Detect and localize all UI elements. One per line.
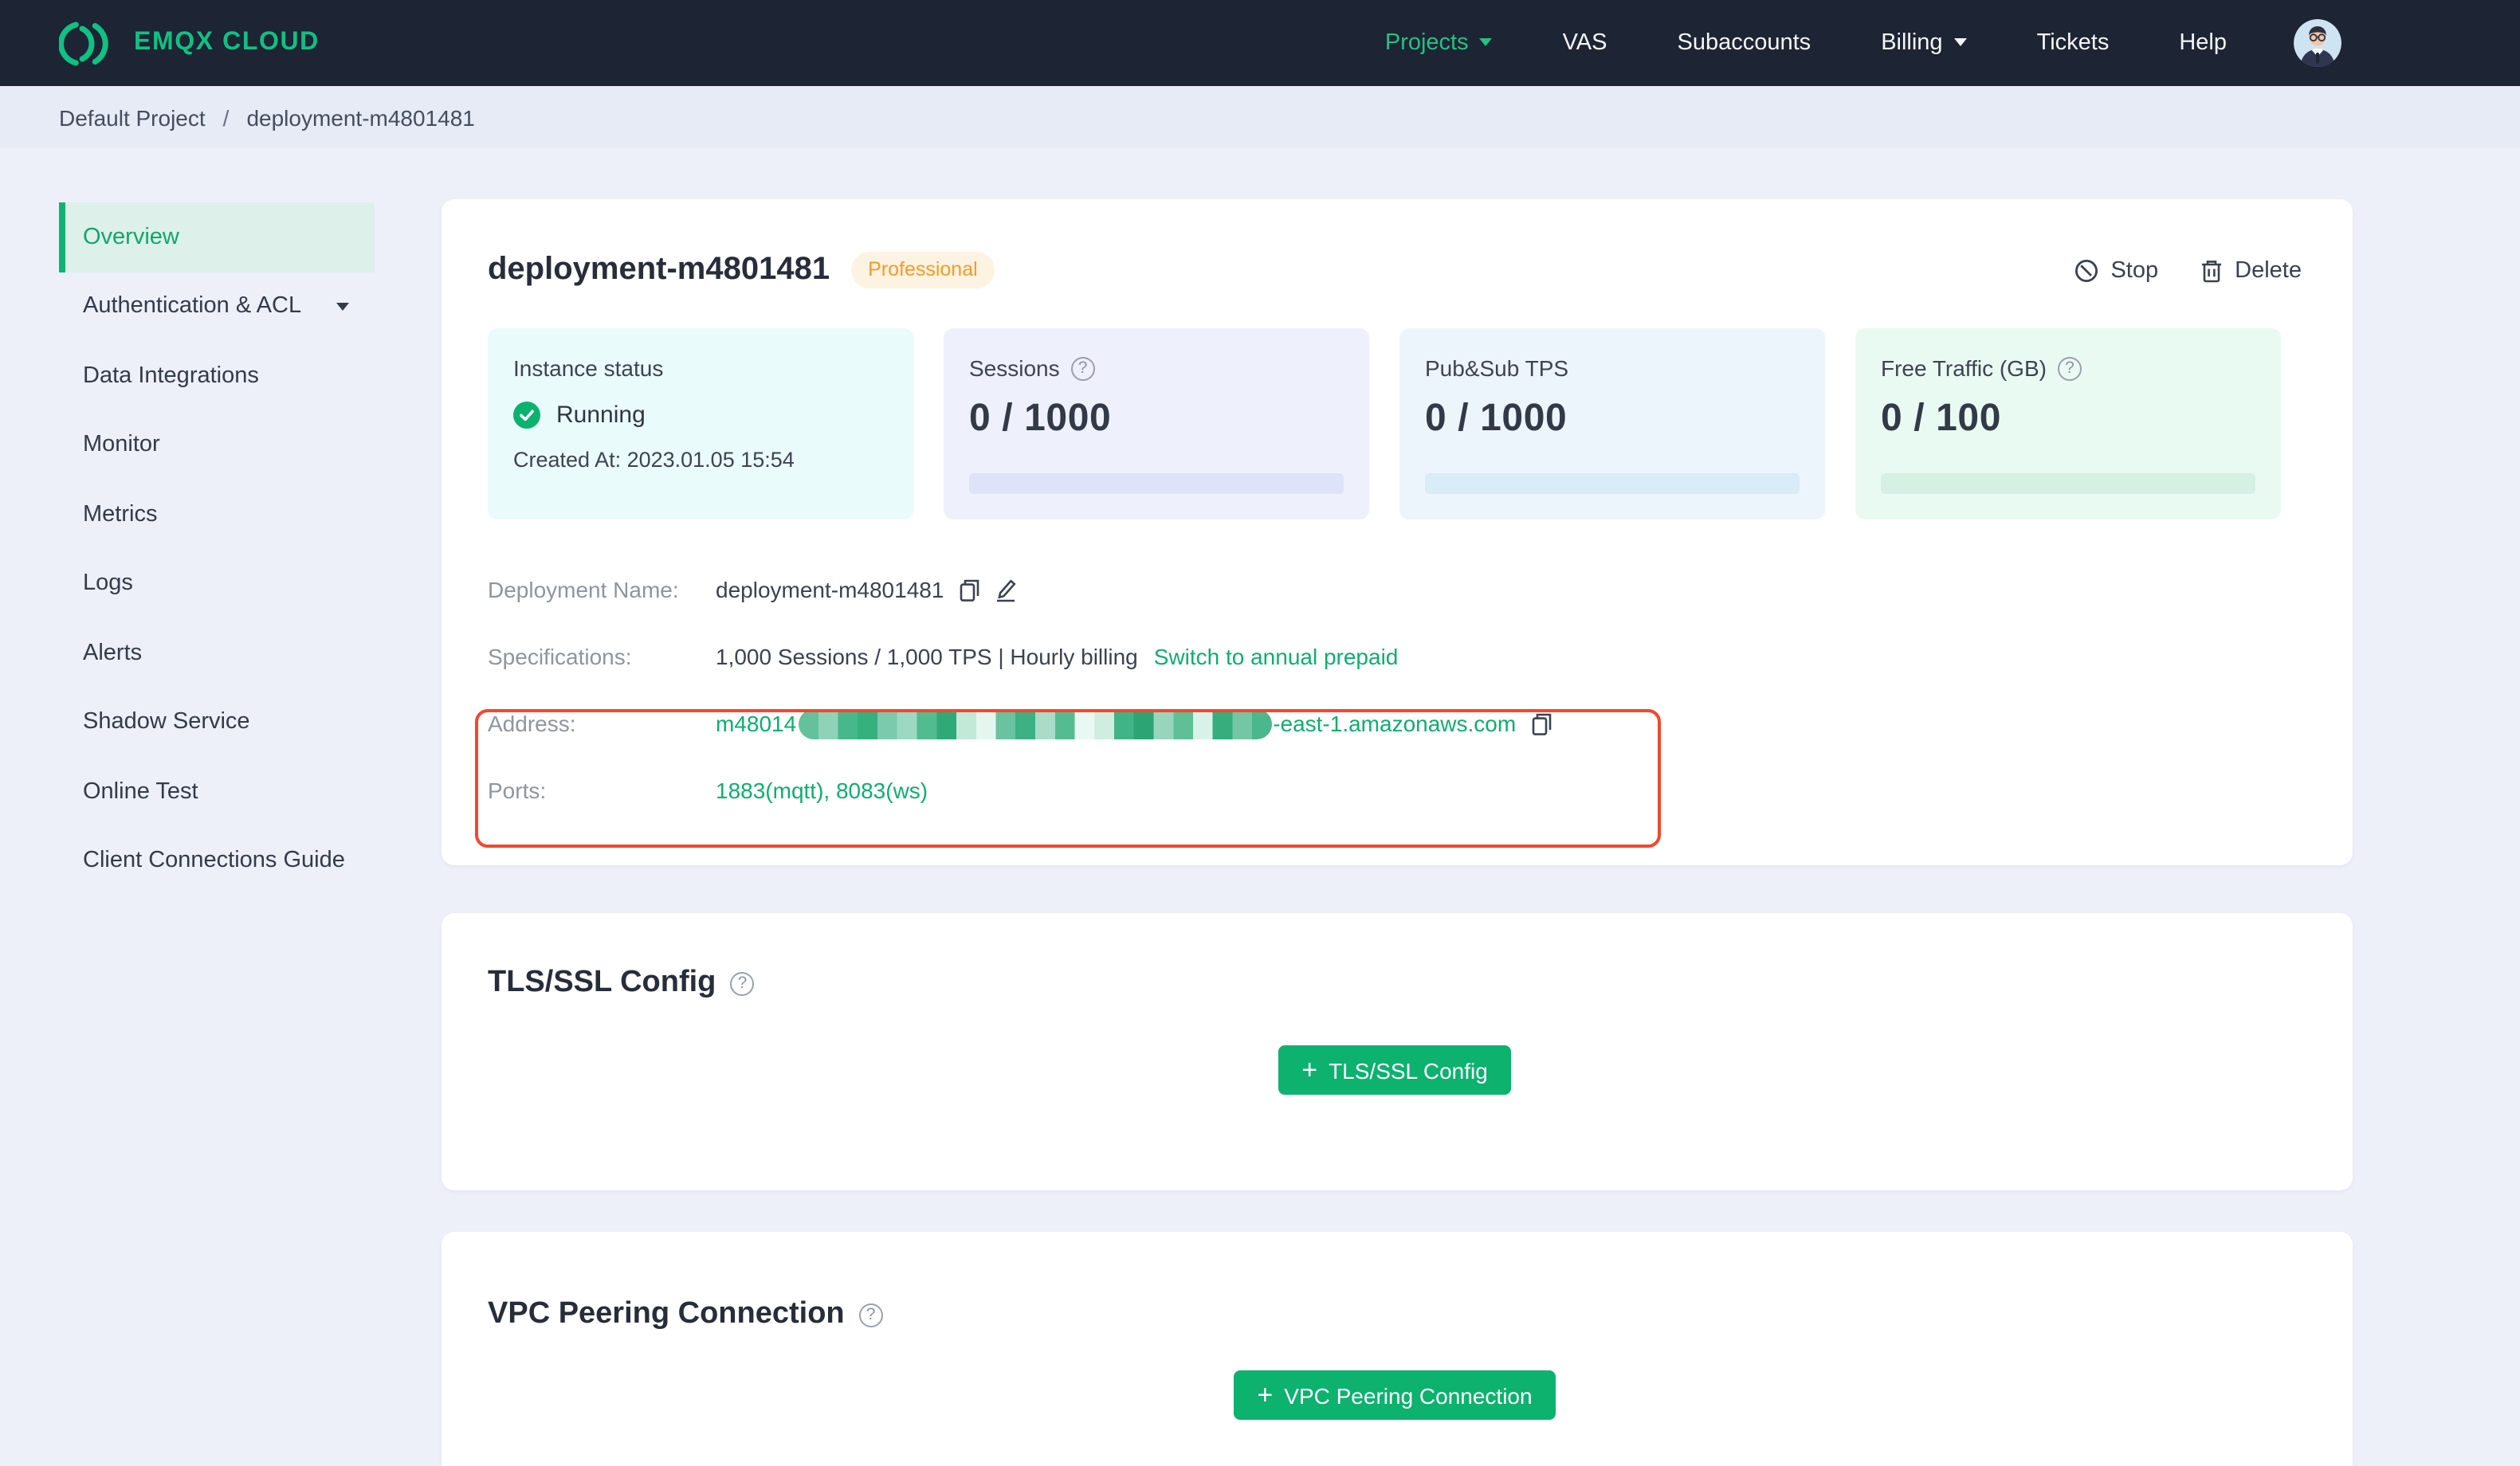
deployment-details: Deployment Name: deployment-m4801481 Spe… bbox=[488, 556, 2302, 824]
address-value: m48014 -east-1.amazonaws.com bbox=[716, 708, 1552, 739]
stop-icon bbox=[2074, 257, 2099, 283]
free-traffic-progress-bar bbox=[1881, 473, 2255, 494]
copy-icon[interactable] bbox=[1530, 711, 1552, 735]
deployment-overview-card: deployment-m4801481 Professional Stop De… bbox=[442, 199, 2353, 865]
stats-row: Instance status Running Created At: 2023… bbox=[488, 328, 2302, 519]
brand-logo[interactable]: EMQX CLOUD bbox=[59, 18, 320, 68]
breadcrumb-project[interactable]: Default Project bbox=[59, 104, 206, 130]
breadcrumb-current: deployment-m4801481 bbox=[246, 104, 475, 130]
free-traffic-label: Free Traffic (GB)? bbox=[1881, 355, 2255, 381]
stop-button[interactable]: Stop bbox=[2074, 257, 2158, 283]
emqx-logo-icon bbox=[59, 18, 113, 68]
deployment-actions: Stop Delete bbox=[2074, 257, 2302, 283]
top-navbar: EMQX CLOUD Projects VAS Subaccounts Bill… bbox=[0, 0, 2520, 86]
question-icon[interactable]: ? bbox=[858, 1303, 883, 1327]
sidebar-item-online-test[interactable]: Online Test bbox=[59, 757, 375, 826]
sidebar-item-alerts[interactable]: Alerts bbox=[59, 618, 375, 688]
plan-badge: Professional bbox=[850, 252, 995, 288]
instance-status-label: Instance status bbox=[513, 355, 664, 381]
free-traffic-value: 0 / 100 bbox=[1881, 397, 2001, 440]
redacted-address-mosaic bbox=[798, 708, 1272, 739]
address-row: Address: m48014 -east-1.amazonaws.com bbox=[488, 690, 2302, 757]
instance-status-card: Instance status Running Created At: 2023… bbox=[488, 328, 913, 519]
plus-icon: + bbox=[1257, 1379, 1274, 1409]
sidebar-item-shadow-service[interactable]: Shadow Service bbox=[59, 688, 375, 757]
chevron-down-icon bbox=[1953, 38, 1967, 46]
pubsub-tps-value: 0 / 1000 bbox=[1425, 397, 1568, 440]
address-label: Address: bbox=[488, 711, 576, 736]
deployment-name-row: Deployment Name: deployment-m4801481 bbox=[488, 556, 2302, 623]
created-at: Created At: 2023.01.05 15:54 bbox=[513, 448, 795, 472]
nav-links: Projects VAS Subaccounts Billing Tickets… bbox=[1385, 30, 2227, 56]
specifications-value: 1,000 Sessions / 1,000 TPS | Hourly bill… bbox=[716, 644, 1399, 669]
breadcrumb: Default Project / deployment-m4801481 bbox=[0, 86, 2520, 148]
instance-status-value: Running bbox=[513, 402, 888, 429]
brand-name: EMQX CLOUD bbox=[134, 29, 320, 56]
sessions-value: 0 / 1000 bbox=[969, 397, 1112, 440]
sidebar-item-authentication-acl[interactable]: Authentication & ACL bbox=[59, 272, 375, 341]
nav-tickets[interactable]: Tickets bbox=[2037, 30, 2110, 56]
sessions-card: Sessions? 0 / 1000 bbox=[944, 328, 1369, 519]
pubsub-tps-card: Pub&Sub TPS 0 / 1000 bbox=[1399, 328, 1825, 519]
check-circle-icon bbox=[513, 402, 540, 429]
main-content: deployment-m4801481 Professional Stop De… bbox=[442, 148, 2353, 1466]
sidebar-item-client-connections-guide[interactable]: Client Connections Guide bbox=[59, 826, 375, 896]
vpc-peering-title-row: VPC Peering Connection ? bbox=[488, 1297, 2302, 1332]
sidebar-item-metrics[interactable]: Metrics bbox=[59, 480, 375, 549]
question-icon[interactable]: ? bbox=[1070, 356, 1095, 380]
nav-billing[interactable]: Billing bbox=[1881, 30, 1967, 56]
free-traffic-card: Free Traffic (GB)? 0 / 100 bbox=[1855, 328, 2281, 519]
plus-icon: + bbox=[1301, 1054, 1318, 1084]
sidebar-item-logs[interactable]: Logs bbox=[59, 549, 375, 618]
pubsub-tps-label: Pub&Sub TPS bbox=[1425, 355, 1569, 381]
ports-value: 1883(mqtt), 8083(ws) bbox=[716, 778, 928, 803]
ports-row: Ports: 1883(mqtt), 8083(ws) bbox=[488, 757, 2302, 824]
vpc-peering-title: VPC Peering Connection bbox=[488, 1297, 845, 1331]
sessions-progress-bar bbox=[969, 473, 1344, 494]
sessions-label: Sessions? bbox=[969, 355, 1344, 381]
trash-icon bbox=[2200, 257, 2224, 283]
specifications-row: Specifications: 1,000 Sessions / 1,000 T… bbox=[488, 623, 2302, 690]
chevron-down-icon bbox=[336, 302, 349, 311]
copy-icon[interactable] bbox=[958, 578, 980, 602]
ports-label: Ports: bbox=[488, 778, 547, 803]
nav-projects[interactable]: Projects bbox=[1385, 30, 1493, 56]
user-avatar[interactable] bbox=[2294, 19, 2341, 67]
deployment-header: deployment-m4801481 Professional Stop De… bbox=[488, 252, 2302, 288]
tls-ssl-card: TLS/SSL Config ? + TLS/SSL Config bbox=[442, 913, 2353, 1190]
sidebar: Overview Authentication & ACL Data Integ… bbox=[59, 148, 375, 896]
active-indicator-bar bbox=[59, 202, 65, 272]
vpc-peering-card: VPC Peering Connection ? + VPC Peering C… bbox=[442, 1232, 2353, 1466]
deployment-name-value: deployment-m4801481 bbox=[716, 577, 1017, 602]
chevron-down-icon bbox=[1479, 38, 1493, 46]
sidebar-item-monitor[interactable]: Monitor bbox=[59, 410, 375, 480]
nav-help[interactable]: Help bbox=[2179, 30, 2227, 56]
question-icon[interactable]: ? bbox=[2057, 356, 2082, 380]
delete-button[interactable]: Delete bbox=[2200, 257, 2302, 283]
nav-subaccounts[interactable]: Subaccounts bbox=[1678, 30, 1811, 56]
add-tls-ssl-config-button[interactable]: + TLS/SSL Config bbox=[1278, 1045, 1512, 1095]
question-icon[interactable]: ? bbox=[730, 971, 755, 995]
emqx-cloud-console: EMQX CLOUD Projects VAS Subaccounts Bill… bbox=[0, 0, 2520, 1466]
nav-vas[interactable]: VAS bbox=[1563, 30, 1607, 56]
tls-ssl-title: TLS/SSL Config bbox=[488, 966, 716, 999]
switch-annual-prepaid-link[interactable]: Switch to annual prepaid bbox=[1154, 644, 1399, 669]
tls-ssl-title-row: TLS/SSL Config ? bbox=[488, 966, 2302, 1001]
deployment-name-label: Deployment Name: bbox=[488, 577, 679, 602]
deployment-title: deployment-m4801481 bbox=[488, 252, 830, 287]
sidebar-item-overview[interactable]: Overview bbox=[59, 202, 375, 272]
breadcrumb-separator: / bbox=[222, 104, 230, 130]
specifications-label: Specifications: bbox=[488, 644, 632, 669]
pubsub-tps-progress-bar bbox=[1425, 473, 1800, 494]
edit-icon[interactable] bbox=[995, 578, 1017, 602]
sidebar-item-data-integrations[interactable]: Data Integrations bbox=[59, 341, 375, 410]
add-vpc-peering-button[interactable]: + VPC Peering Connection bbox=[1233, 1370, 1556, 1420]
